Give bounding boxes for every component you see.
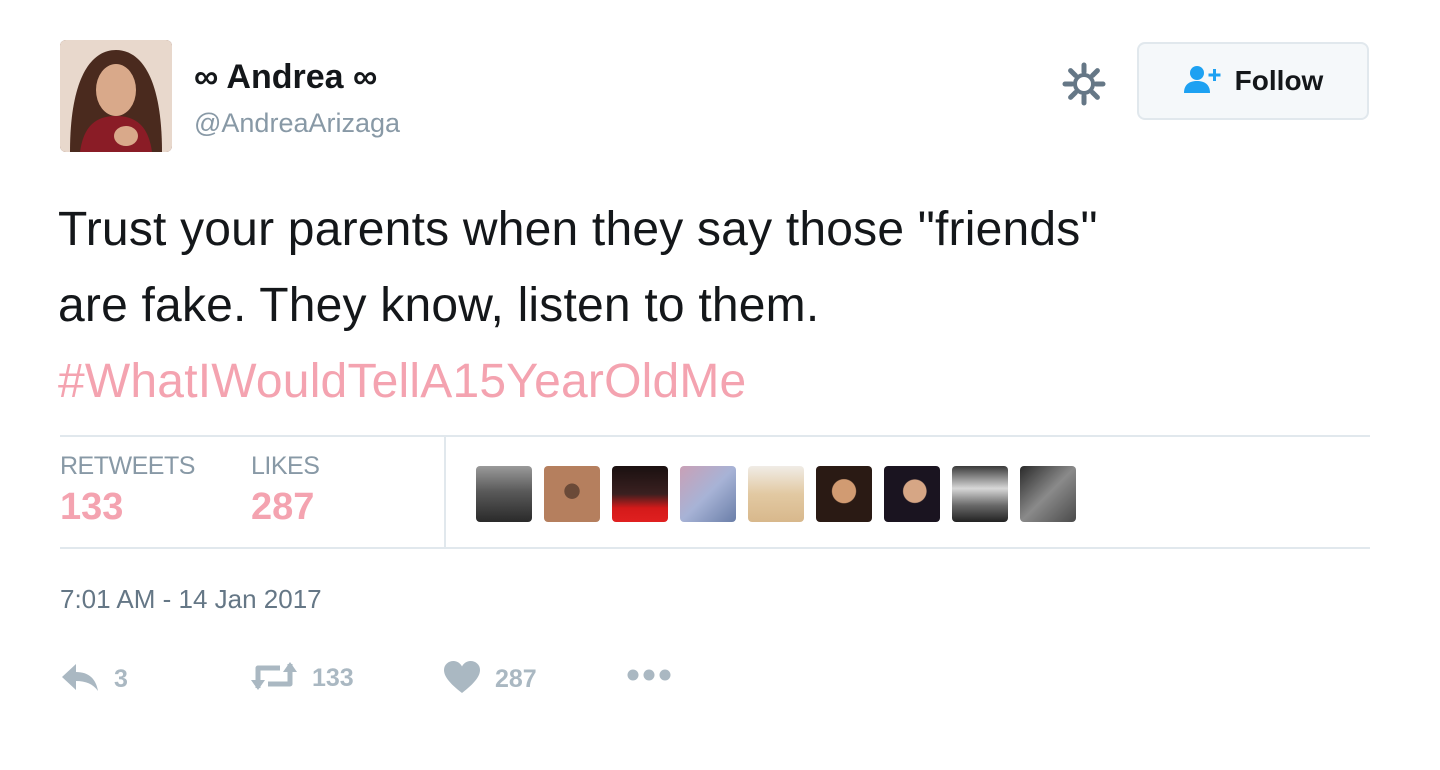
screen-name[interactable]: @AndreaArizaga (194, 108, 400, 139)
heart-icon (443, 660, 481, 699)
follow-label: Follow (1234, 65, 1324, 96)
liker-avatar[interactable] (476, 466, 532, 522)
display-name[interactable]: ∞ Andrea ∞ (194, 58, 377, 97)
gear-icon[interactable] (1062, 62, 1106, 106)
tweet-text: Trust your parents when they say those "… (58, 192, 1378, 420)
liker-avatar[interactable] (952, 466, 1008, 522)
retweets-label: RETWEETS (60, 452, 195, 480)
liker-avatar[interactable] (680, 466, 736, 522)
liker-avatar[interactable] (884, 466, 940, 522)
like-count: 287 (495, 665, 537, 693)
stats-top-divider (60, 435, 1370, 437)
retweets-count[interactable]: 133 (60, 486, 123, 529)
reply-button[interactable]: 3 (60, 660, 128, 699)
more-button[interactable] (626, 668, 672, 687)
hashtag-link[interactable]: #WhatIWouldTellA15YearOldMe (58, 355, 746, 408)
reply-icon (60, 660, 100, 699)
likers-avatars (476, 466, 1076, 522)
liker-avatar[interactable] (1020, 466, 1076, 522)
more-dots-icon (626, 668, 672, 687)
tweet-text-line-2: are fake. They know, listen to them. (58, 279, 820, 332)
liker-avatar[interactable] (816, 466, 872, 522)
liker-avatar[interactable] (544, 466, 600, 522)
follow-user-plus-icon (1183, 64, 1223, 99)
avatar[interactable] (60, 40, 172, 152)
liker-avatar[interactable] (612, 466, 668, 522)
stats-vertical-divider (444, 437, 446, 549)
liker-avatar[interactable] (748, 466, 804, 522)
follow-button[interactable]: Follow (1137, 42, 1369, 120)
reply-count: 3 (114, 665, 128, 693)
retweet-button[interactable]: 133 (250, 660, 354, 697)
retweet-icon (250, 660, 298, 697)
tweet-text-line-1: Trust your parents when they say those "… (58, 203, 1098, 256)
likes-label: LIKES (251, 452, 320, 480)
likes-count[interactable]: 287 (251, 486, 314, 529)
retweet-count: 133 (312, 664, 354, 692)
tweet-timestamp[interactable]: 7:01 AM - 14 Jan 2017 (60, 584, 322, 615)
stats-bottom-divider (60, 547, 1370, 549)
like-button[interactable]: 287 (443, 660, 537, 699)
